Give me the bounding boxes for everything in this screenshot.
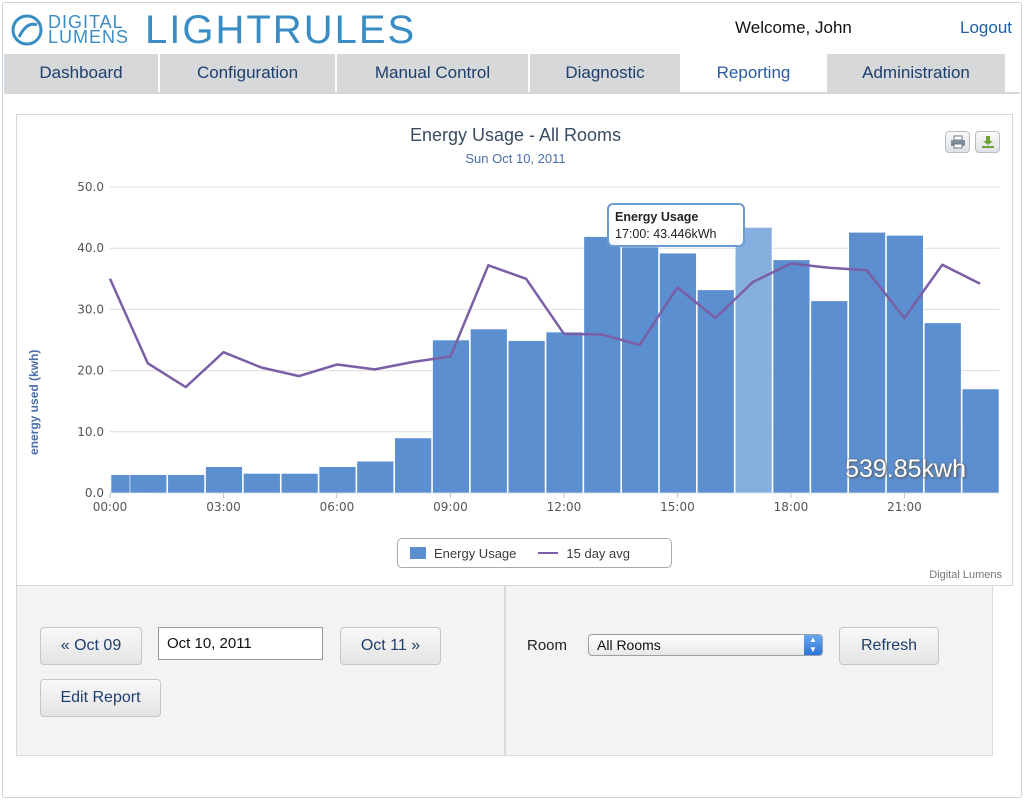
nav-underline — [4, 92, 1020, 94]
y-tick-label: 10.0 — [77, 425, 104, 439]
energy-bar — [810, 300, 848, 494]
tab-dashboard[interactable]: Dashboard — [4, 54, 160, 92]
x-tick-label: 06:00 — [320, 500, 355, 514]
energy-bar — [507, 340, 546, 494]
energy-bar — [621, 246, 659, 494]
x-tick-label: 21:00 — [887, 500, 922, 514]
chart-panel: 0.0 10.0 20.0 30.0 40.0 50.0 00:00 03:00 06:00 09… — [16, 114, 1013, 586]
tab-reporting[interactable]: Reporting — [682, 54, 827, 92]
y-tick-label: 30.0 — [77, 302, 104, 316]
x-tick-label: 12:00 — [547, 500, 582, 514]
energy-bar — [356, 460, 395, 494]
y-tick-label: 0.0 — [85, 486, 104, 500]
tooltip-value: 17:00: 43.446kWh — [615, 227, 717, 241]
x-tick-label: 09:00 — [433, 500, 468, 514]
chart-credits: Digital Lumens — [929, 569, 1002, 581]
printer-icon — [950, 135, 965, 149]
energy-bar — [318, 466, 357, 494]
x-tick-label: 00:00 — [93, 500, 128, 514]
energy-bar — [394, 437, 432, 494]
energy-bar — [129, 474, 168, 494]
chart-tooltip: Energy Usage 17:00: 43.446kWh — [607, 203, 745, 247]
energy-bar — [167, 474, 205, 494]
legend-item-energy-usage[interactable]: Energy Usage — [434, 546, 516, 561]
room-controls — [505, 586, 993, 756]
print-button[interactable] — [945, 131, 970, 153]
energy-bar — [734, 227, 773, 494]
tab-diagnostic[interactable]: Diagnostic — [530, 54, 682, 92]
energy-bar — [961, 388, 1000, 494]
logo-mark-icon — [11, 14, 43, 46]
digital-lumens-logo: DIGITAL LUMENS LIGHTRULES — [10, 7, 417, 52]
energy-bar — [697, 289, 735, 494]
logo-wordmark-small: DIGITAL LUMENS — [48, 13, 130, 47]
x-tick-label: 03:00 — [206, 500, 241, 514]
date-controls — [16, 586, 505, 756]
prev-day-button[interactable]: « Oct 09 — [40, 627, 142, 665]
energy-bar — [772, 259, 811, 494]
next-day-button[interactable]: Oct 11 » — [340, 627, 441, 665]
room-select[interactable]: All Rooms ▲ ▼ — [588, 634, 823, 656]
product-name: LIGHTRULES — [145, 7, 417, 52]
refresh-button[interactable]: Refresh — [839, 627, 939, 665]
energy-bar — [205, 466, 243, 494]
energy-bar — [280, 473, 319, 494]
select-arrows-icon: ▲ ▼ — [804, 635, 822, 655]
tooltip-title: Energy Usage — [615, 210, 699, 224]
edit-report-button[interactable]: Edit Report — [40, 679, 161, 717]
legend-bar-swatch — [410, 547, 426, 559]
chart-title: Energy Usage - All Rooms — [409, 125, 622, 145]
y-tick-label: 50.0 — [77, 180, 104, 194]
energy-bar — [243, 473, 281, 494]
room-select-value: All Rooms — [597, 637, 661, 653]
download-icon — [981, 136, 994, 148]
energy-bar — [545, 331, 584, 494]
legend-item-15-day-avg[interactable]: 15 day avg — [566, 546, 630, 561]
welcome-message: Welcome, John — [735, 18, 852, 37]
energy-bar — [470, 328, 508, 494]
main-nav: Dashboard Configuration Manual Control D… — [4, 54, 1020, 94]
energy-bar — [432, 339, 470, 494]
tab-configuration[interactable]: Configuration — [160, 54, 337, 92]
logo-line-2: LUMENS — [48, 27, 130, 47]
logout-link[interactable]: Logout — [960, 18, 1012, 38]
y-axis-label: energy used (kwh) — [27, 349, 41, 455]
chart-legend: Energy Usage 15 day avg — [397, 538, 672, 568]
tab-administration[interactable]: Administration — [827, 54, 1007, 92]
export-button[interactable] — [975, 131, 1000, 153]
x-tick-label: 18:00 — [774, 500, 809, 514]
tab-manual-control[interactable]: Manual Control — [337, 54, 530, 92]
date-input[interactable] — [158, 627, 323, 660]
y-tick-label: 20.0 — [77, 364, 104, 378]
room-label: Room — [527, 637, 568, 654]
chart-subtitle: Sun Oct 10, 2011 — [465, 151, 566, 166]
y-tick-label: 40.0 — [77, 241, 104, 255]
x-tick-label: 15:00 — [660, 500, 695, 514]
total-energy: 539.85kwh — [845, 455, 966, 483]
energy-chart: 0.0 10.0 20.0 30.0 40.0 50.0 00:00 03:00 06:00 09… — [77, 180, 1000, 514]
legend-line-swatch — [538, 552, 559, 554]
energy-bar — [583, 236, 622, 494]
